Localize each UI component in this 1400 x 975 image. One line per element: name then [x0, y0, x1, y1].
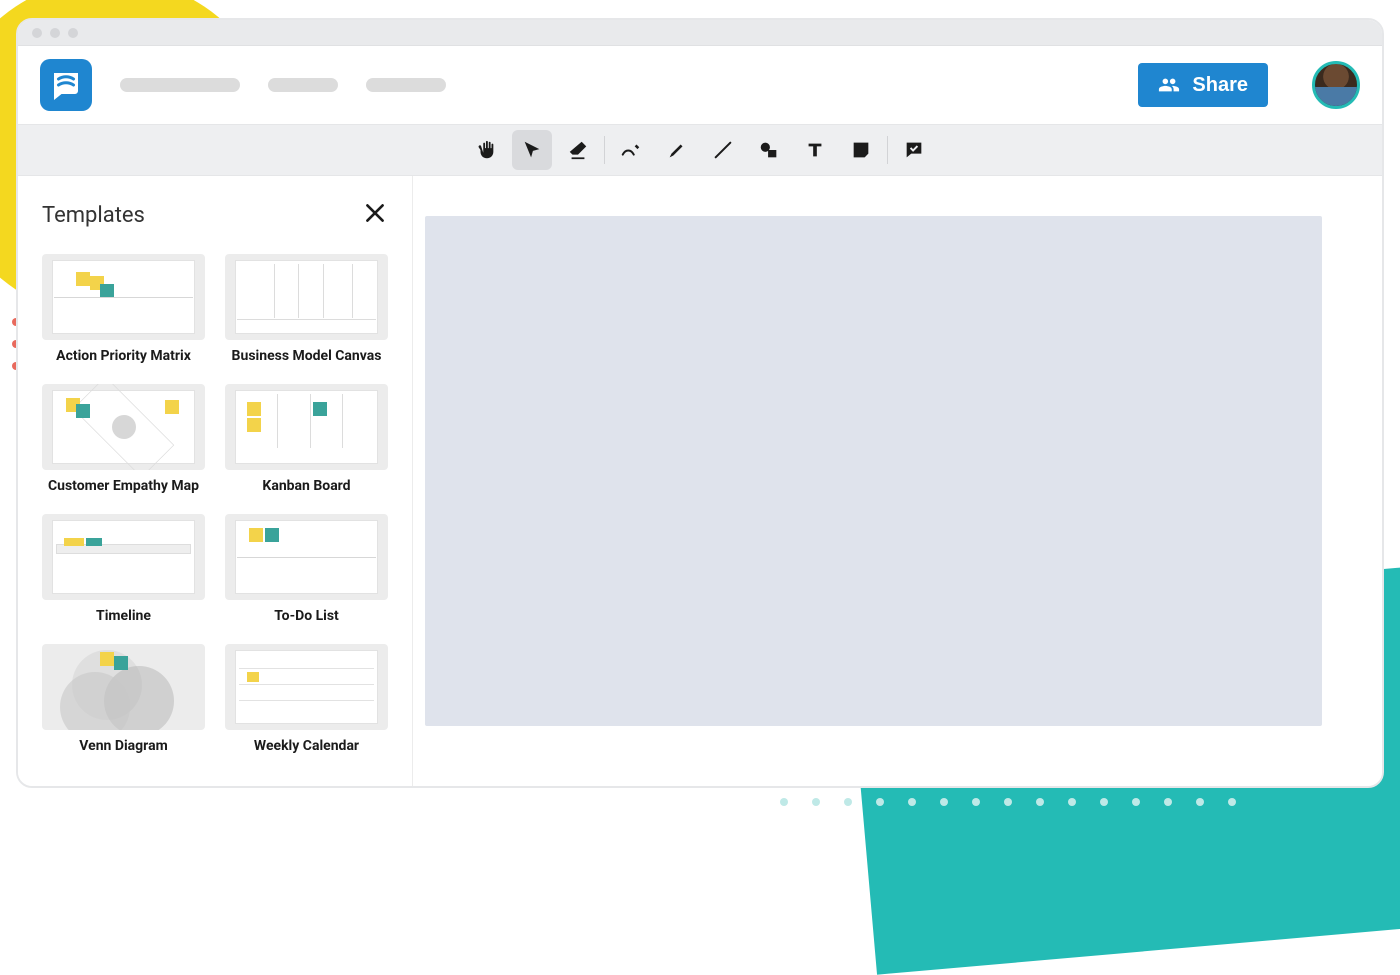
template-thumb: [225, 514, 388, 600]
whiteboard-canvas[interactable]: [425, 216, 1322, 726]
template-thumb: [42, 644, 205, 730]
user-avatar[interactable]: [1312, 61, 1360, 109]
template-kanban-board[interactable]: Kanban Board: [225, 384, 388, 494]
logo-icon: [48, 67, 84, 103]
people-icon: [1158, 74, 1180, 96]
template-todo-list[interactable]: To-Do List: [225, 514, 388, 624]
tool-text[interactable]: [795, 130, 835, 170]
bg-decor-bottom-dots: [780, 798, 1320, 806]
template-label: Kanban Board: [262, 478, 350, 494]
template-label: To-Do List: [274, 608, 339, 624]
tool-eraser[interactable]: [558, 130, 598, 170]
breadcrumb-placeholder-3: [366, 78, 446, 92]
breadcrumb-placeholder-1: [120, 78, 240, 92]
template-thumb: [42, 384, 205, 470]
tool-shape[interactable]: [749, 130, 789, 170]
tool-comment[interactable]: [894, 130, 934, 170]
app-window: Share: [16, 18, 1384, 788]
close-icon: [362, 200, 388, 226]
template-business-model-canvas[interactable]: Business Model Canvas: [225, 254, 388, 364]
tool-pen[interactable]: [611, 130, 651, 170]
template-thumb: [225, 384, 388, 470]
template-label: Timeline: [96, 608, 151, 624]
app-logo[interactable]: [40, 59, 92, 111]
template-thumb: [225, 644, 388, 730]
breadcrumb-placeholder-2: [268, 78, 338, 92]
tool-sticky-note[interactable]: [841, 130, 881, 170]
cursor-icon: [521, 139, 543, 161]
templates-panel: Templates Action Priority Matrix: [18, 176, 413, 786]
template-thumb: [42, 254, 205, 340]
template-label: Action Priority Matrix: [56, 348, 191, 364]
marker-icon: [666, 139, 688, 161]
line-icon: [712, 139, 734, 161]
tool-select[interactable]: [512, 130, 552, 170]
template-thumb: [225, 254, 388, 340]
template-thumb: [42, 514, 205, 600]
hand-icon: [475, 139, 497, 161]
templates-title: Templates: [42, 203, 145, 228]
comment-icon: [903, 139, 925, 161]
template-timeline[interactable]: Timeline: [42, 514, 205, 624]
templates-grid: Action Priority Matrix Business Model Ca…: [42, 254, 388, 754]
toolbar-separator-1: [604, 136, 605, 164]
template-customer-empathy-map[interactable]: Customer Empathy Map: [42, 384, 205, 494]
app-header: Share: [18, 46, 1382, 124]
traffic-light-max[interactable]: [68, 28, 78, 38]
template-action-priority-matrix[interactable]: Action Priority Matrix: [42, 254, 205, 364]
content-area: Templates Action Priority Matrix: [18, 176, 1382, 786]
template-label: Weekly Calendar: [254, 738, 359, 754]
canvas-area: [413, 176, 1382, 786]
pen-icon: [620, 139, 642, 161]
sticky-note-icon: [850, 139, 872, 161]
shape-icon: [758, 139, 780, 161]
template-label: Venn Diagram: [79, 738, 167, 754]
close-panel-button[interactable]: [362, 200, 388, 230]
template-label: Business Model Canvas: [232, 348, 382, 364]
traffic-light-close[interactable]: [32, 28, 42, 38]
eraser-icon: [567, 139, 589, 161]
template-weekly-calendar[interactable]: Weekly Calendar: [225, 644, 388, 754]
tool-hand[interactable]: [466, 130, 506, 170]
tool-line[interactable]: [703, 130, 743, 170]
main-toolbar: [18, 124, 1382, 176]
text-icon: [804, 139, 826, 161]
share-button-label: Share: [1192, 74, 1248, 97]
template-label: Customer Empathy Map: [48, 478, 199, 494]
template-venn-diagram[interactable]: Venn Diagram: [42, 644, 205, 754]
window-titlebar: [18, 20, 1382, 46]
toolbar-separator-2: [887, 136, 888, 164]
tool-marker[interactable]: [657, 130, 697, 170]
traffic-light-min[interactable]: [50, 28, 60, 38]
share-button[interactable]: Share: [1138, 63, 1268, 107]
